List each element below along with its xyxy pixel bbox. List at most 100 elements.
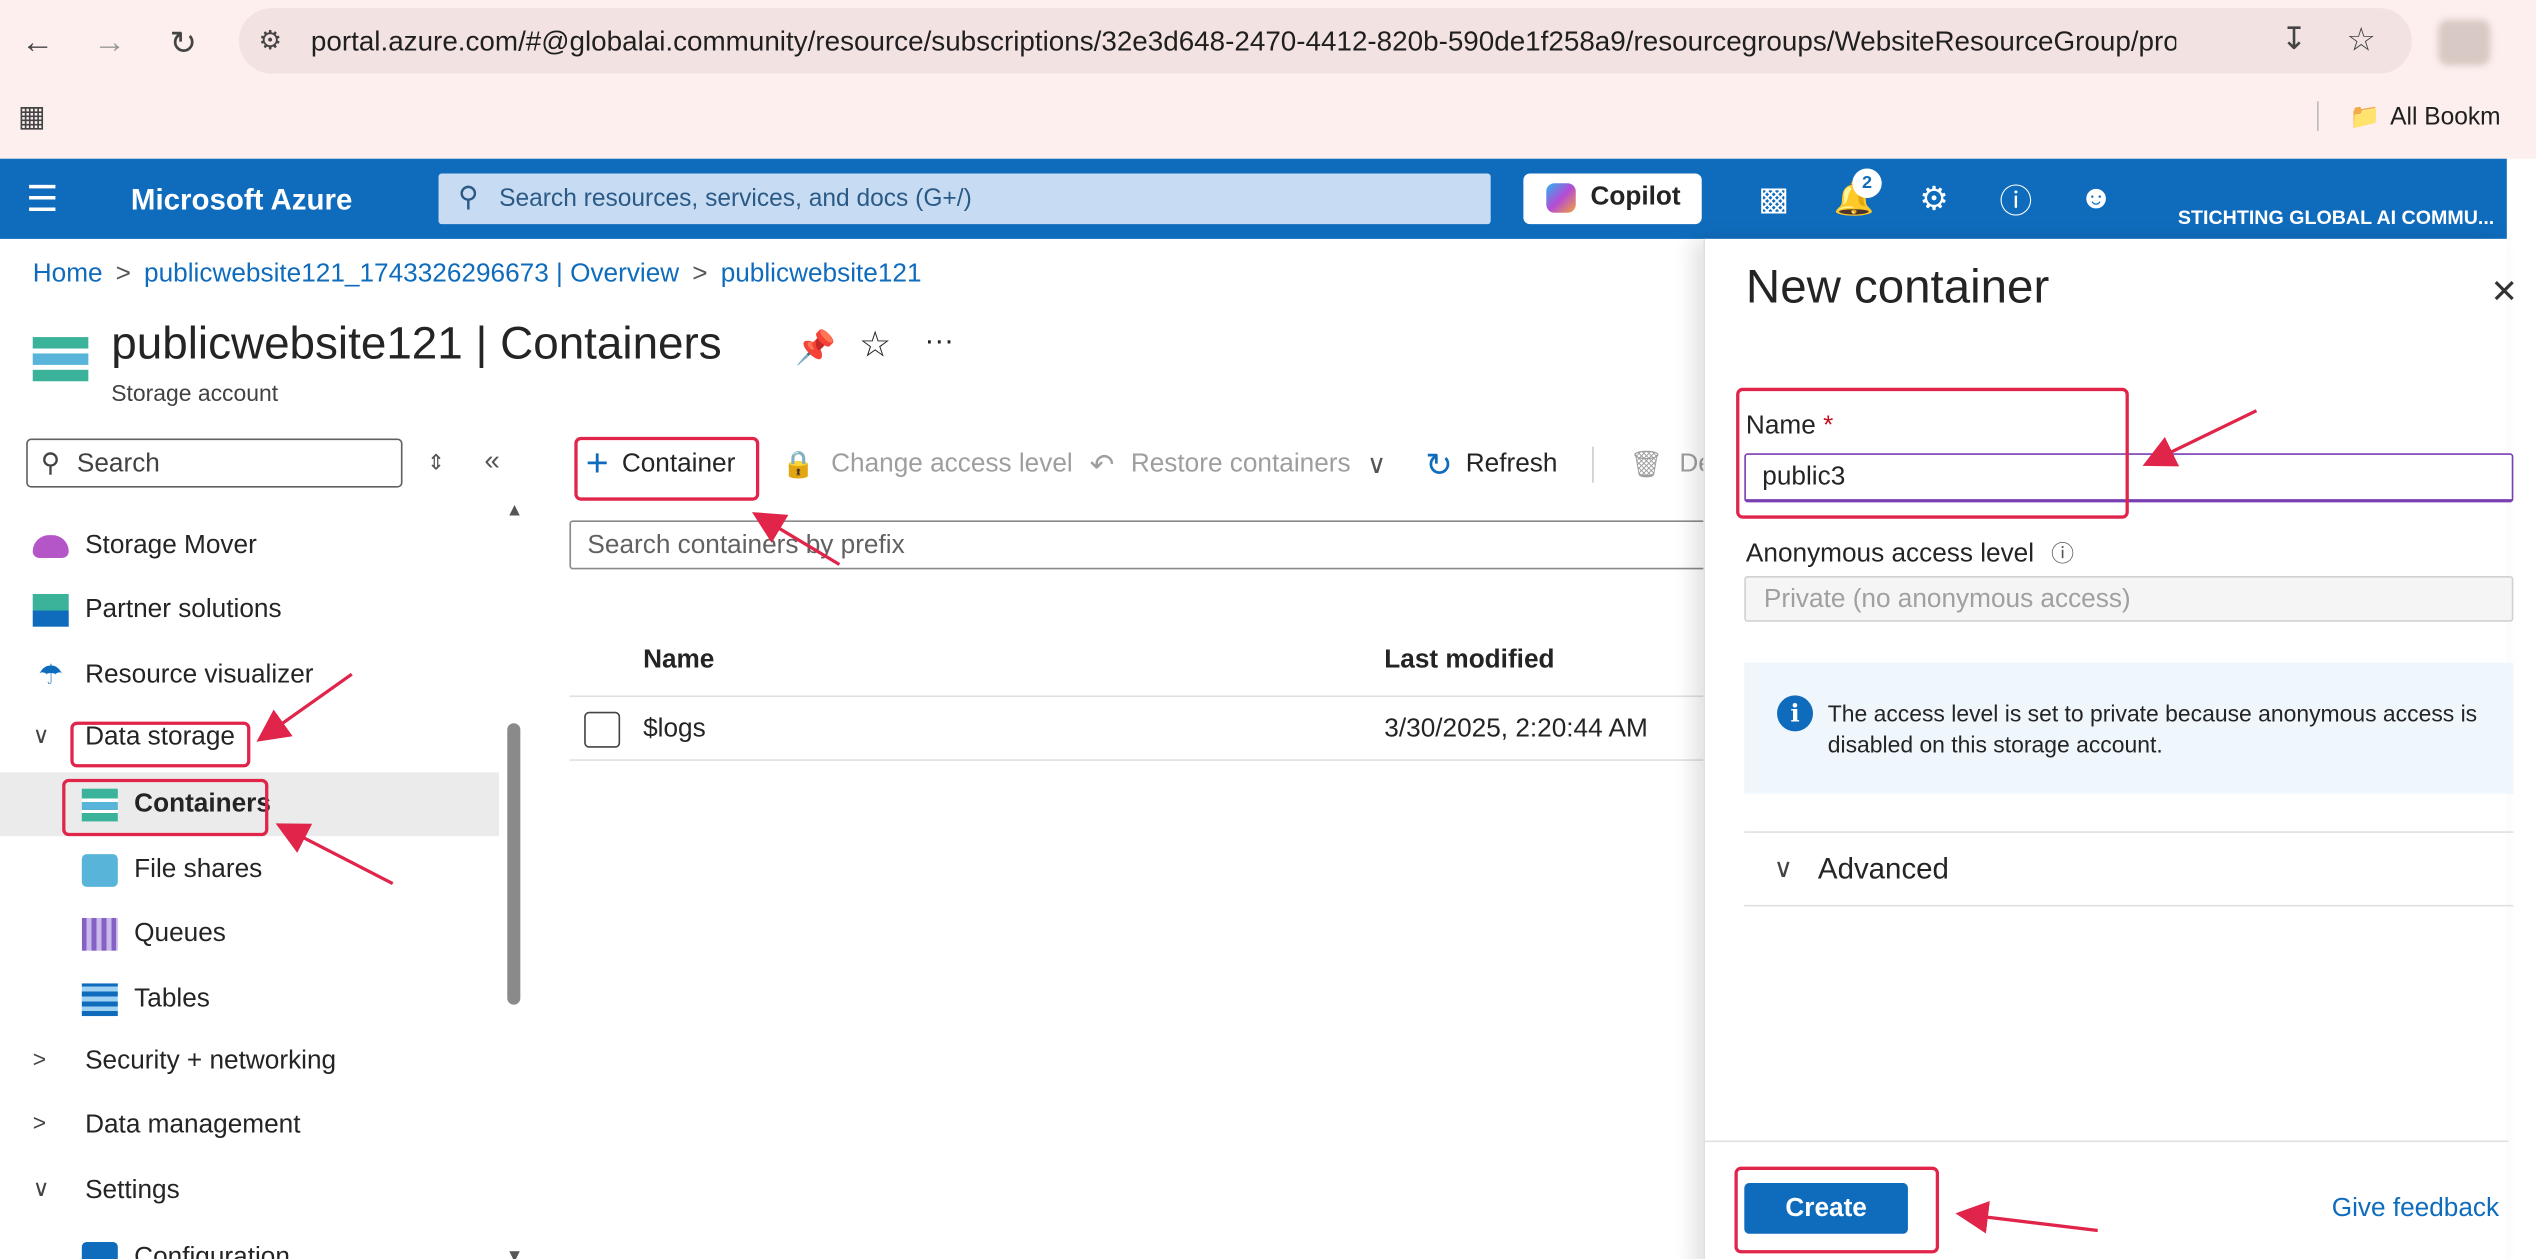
sidebar-item-partner-solutions[interactable]: Partner solutions — [32, 586, 282, 635]
chevron-right-icon: > — [32, 1109, 47, 1136]
access-level-label-text: Anonymous access level — [1745, 539, 2035, 568]
sidebar-item-tables[interactable]: Tables — [81, 975, 210, 1024]
breadcrumb-overview[interactable]: publicwebsite121_1743326296673 | Overvie… — [144, 260, 679, 288]
forward-icon[interactable]: → — [87, 20, 133, 66]
advanced-label: Advanced — [1817, 852, 1949, 886]
annotation-highlight-name-field — [1736, 387, 2129, 519]
sort-toggle-icon[interactable]: ⇕ — [427, 450, 445, 476]
url-text: portal.azure.com/#@globalai.community/re… — [310, 26, 2177, 58]
info-icon[interactable]: ⓘ — [2051, 540, 2074, 566]
favorite-star-icon[interactable]: ☆ — [859, 324, 891, 367]
sidebar-item-file-shares[interactable]: File shares — [81, 846, 263, 895]
profile-avatar[interactable] — [2438, 19, 2491, 66]
more-options-icon[interactable]: ··· — [925, 324, 954, 358]
storage-mover-icon — [32, 535, 69, 558]
screenshot-root: ← → ↻ ⚙ portal.azure.com/#@globalai.comm… — [0, 0, 2536, 1259]
back-icon[interactable]: ← — [15, 20, 61, 66]
annotation-highlight-containers — [62, 778, 269, 837]
breadcrumb-account[interactable]: publicwebsite121 — [721, 260, 922, 288]
folder-icon: 📁 — [2349, 103, 2381, 131]
feedback-person-icon[interactable]: ☻ — [2075, 177, 2118, 220]
trash-icon: 🗑 — [1629, 451, 1663, 480]
advanced-section-toggle[interactable]: ∨ Advanced — [1744, 831, 2514, 907]
access-level-label: Anonymous access level ⓘ — [1746, 537, 2074, 570]
queues-icon — [81, 917, 118, 951]
bookmark-star-icon[interactable]: ☆ — [2346, 20, 2375, 61]
column-header-name[interactable]: Name — [643, 646, 714, 675]
sidebar-item-label: Resource visualizer — [85, 661, 314, 689]
sidebar-item-label: File shares — [134, 855, 263, 884]
table-row[interactable]: $logs 3/30/2025, 2:20:44 AM — [569, 695, 1715, 761]
breadcrumb-separator: > — [692, 260, 708, 288]
sidebar-group-settings[interactable]: ∨ Settings — [33, 1167, 180, 1216]
cloud-shell-icon[interactable]: ▩ — [1752, 177, 1795, 220]
column-header-last-modified[interactable]: Last modified — [1384, 646, 1554, 675]
install-app-icon[interactable]: ↧ — [2281, 21, 2307, 59]
azure-brand[interactable]: Microsoft Azure — [131, 183, 352, 217]
info-message: i The access level is set to private bec… — [1744, 662, 2514, 794]
global-search-input[interactable]: ⚲ Search resources, services, and docs (… — [438, 173, 1491, 225]
row-name[interactable]: $logs — [643, 715, 706, 744]
change-access-level-button[interactable]: 🔒 Change access level — [782, 445, 1073, 484]
refresh-icon: ↻ — [1425, 447, 1453, 484]
sidebar-group-data-management[interactable]: > Data management — [33, 1101, 301, 1150]
copilot-button[interactable]: Copilot — [1523, 173, 1702, 225]
settings-gear-icon[interactable]: ⚙ — [1913, 177, 1956, 220]
file-shares-icon — [81, 854, 118, 887]
apps-grid-icon[interactable]: ▦ — [18, 100, 46, 134]
toolbar-divider — [1592, 446, 1594, 483]
divider — [2317, 101, 2319, 131]
site-info-icon[interactable]: ⚙ — [259, 25, 282, 58]
delete-button[interactable]: 🗑 De — [1630, 445, 1713, 484]
all-bookmarks-label: All Bookm — [2390, 103, 2501, 131]
container-search-input[interactable]: Search containers by prefix — [569, 520, 1715, 570]
panel-footer-divider — [1705, 1140, 2509, 1143]
pin-icon[interactable]: 📌 — [795, 327, 836, 368]
tables-icon — [81, 983, 118, 1017]
nav-search-placeholder: Search — [76, 449, 160, 478]
collapse-nav-icon[interactable]: « — [484, 445, 499, 478]
scroll-up-icon[interactable]: ▲ — [506, 501, 524, 521]
sidebar-item-label: Partner solutions — [85, 595, 282, 624]
sidebar-group-security-networking[interactable]: > Security + networking — [33, 1037, 336, 1086]
access-level-select[interactable]: Private (no anonymous access) — [1744, 575, 2514, 622]
sidebar-item-resource-visualizer[interactable]: ☂ Resource visualizer — [33, 651, 314, 700]
container-search-placeholder: Search containers by prefix — [587, 531, 905, 560]
help-icon[interactable]: ⓘ — [1995, 177, 2038, 220]
page-subtitle: Storage account — [111, 379, 279, 406]
breadcrumb-separator: > — [115, 260, 131, 288]
undo-icon: ↶ — [1089, 447, 1115, 481]
partner-solutions-icon — [32, 593, 69, 627]
sidebar-item-storage-mover[interactable]: Storage Mover — [32, 522, 257, 571]
sidebar-item-configuration[interactable]: Configuration — [81, 1234, 290, 1259]
restore-containers-button[interactable]: ↶ Restore containers ∨ — [1090, 445, 1386, 484]
nav-search-input[interactable]: ⚲ Search — [26, 438, 403, 488]
nav-scrollbar-thumb[interactable] — [507, 723, 521, 1005]
azure-header: ☰ Microsoft Azure ⚲ Search resources, se… — [0, 158, 2507, 239]
breadcrumb: Home > publicwebsite121_1743326296673 | Ov… — [33, 260, 922, 289]
reload-icon[interactable]: ↻ — [160, 20, 206, 66]
change-access-label: Change access level — [831, 449, 1073, 478]
tenant-name[interactable]: STICHTING GLOBAL AI COMMU... — [2178, 206, 2494, 229]
sidebar-item-label: Configuration — [134, 1243, 290, 1259]
close-icon[interactable]: ✕ — [2490, 272, 2517, 313]
address-bar[interactable]: ⚙ portal.azure.com/#@globalai.community/… — [238, 8, 2412, 74]
all-bookmarks[interactable]: 📁 All Bookm — [2349, 101, 2501, 131]
sidebar-item-label: Security + networking — [85, 1047, 337, 1076]
resource-visualizer-icon: ☂ — [38, 659, 64, 691]
global-search-placeholder: Search resources, services, and docs (G+… — [499, 184, 972, 213]
refresh-button[interactable]: ↻ Refresh — [1425, 445, 1557, 484]
row-checkbox[interactable] — [584, 711, 621, 748]
access-level-value: Private (no anonymous access) — [1763, 585, 2131, 614]
lock-icon: 🔒 — [782, 451, 815, 480]
sidebar-item-label: Queues — [134, 919, 226, 948]
give-feedback-link[interactable]: Give feedback — [2332, 1194, 2499, 1223]
restore-label: Restore containers — [1130, 449, 1351, 478]
chevron-down-icon: ∨ — [1366, 451, 1387, 480]
browser-chrome: ← → ↻ ⚙ portal.azure.com/#@globalai.comm… — [0, 0, 2536, 159]
sidebar-item-queues[interactable]: Queues — [81, 910, 226, 959]
breadcrumb-home[interactable]: Home — [33, 260, 103, 288]
hamburger-menu-icon[interactable]: ☰ — [26, 178, 58, 221]
scroll-down-icon[interactable]: ▼ — [506, 1247, 524, 1259]
sidebar-item-label: Storage Mover — [85, 531, 257, 560]
